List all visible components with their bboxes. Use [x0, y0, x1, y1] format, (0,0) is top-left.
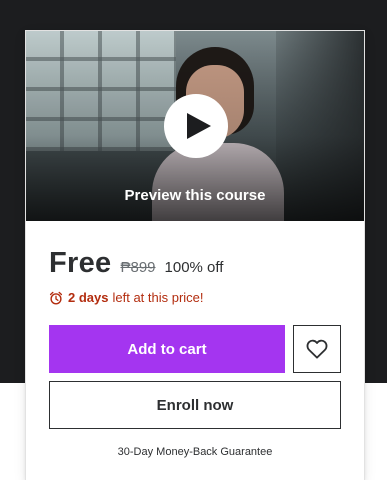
- preview-label: Preview this course: [124, 187, 266, 204]
- heart-icon: [306, 339, 328, 359]
- original-price: ₱899: [120, 259, 156, 276]
- price-row: Free ₱899 100% off: [49, 247, 223, 283]
- price-timer: 2 days left at this price!: [49, 290, 204, 305]
- current-price: Free: [49, 247, 112, 279]
- play-button[interactable]: [164, 94, 228, 158]
- timer-days: 2 days: [68, 290, 109, 305]
- discount-percent: 100% off: [164, 259, 224, 276]
- play-icon: [186, 113, 211, 139]
- add-to-cart-button[interactable]: Add to cart: [49, 325, 285, 373]
- wishlist-button[interactable]: [293, 325, 341, 373]
- course-preview[interactable]: Preview this course: [26, 31, 364, 221]
- money-back-guarantee: 30-Day Money-Back Guarantee: [117, 446, 273, 458]
- course-purchase-card: Preview this course Free ₱899 100% off 2…: [25, 30, 365, 480]
- alarm-clock-icon: [49, 291, 63, 304]
- timer-suffix: left at this price!: [112, 290, 204, 305]
- enroll-now-button[interactable]: Enroll now: [49, 381, 341, 429]
